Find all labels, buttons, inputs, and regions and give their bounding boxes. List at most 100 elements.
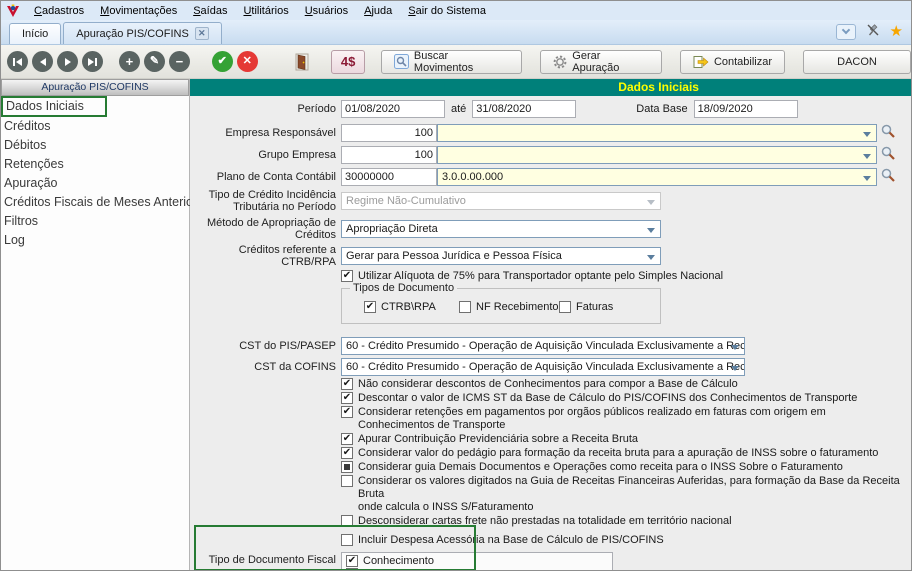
buscar-movimentos-label: Buscar Movimentos bbox=[413, 49, 474, 74]
checkbox[interactable] bbox=[341, 378, 353, 390]
tab-list-chevron-button[interactable] bbox=[835, 23, 856, 40]
option-nf-recebimento[interactable]: NF Recebimento bbox=[459, 301, 559, 313]
tab-close-icon[interactable]: ✕ bbox=[194, 27, 209, 40]
menu-sair-do-sistema[interactable]: Sair do Sistema bbox=[400, 3, 494, 19]
tab-apuracao-pis-cofins[interactable]: Apuração PIS/COFINS ✕ bbox=[63, 22, 222, 44]
combo-arrow-icon[interactable] bbox=[647, 255, 655, 260]
sidebar-item-creditos[interactable]: Créditos bbox=[1, 117, 189, 136]
toolbar: + ✎ − ✔ ✕ 4$ Buscar Movimentos Gerar Apu… bbox=[1, 45, 911, 79]
contabilizar-label: Contabilizar bbox=[713, 55, 773, 68]
next-record-button[interactable] bbox=[57, 51, 78, 72]
check-row[interactable]: Considerar os valores digitados na Guia … bbox=[341, 475, 911, 514]
plano-code-field[interactable]: 30000000 bbox=[341, 167, 437, 186]
menu-utilitarios[interactable]: Utilitários bbox=[235, 3, 296, 19]
ctrb-rpa-checkbox[interactable] bbox=[364, 301, 376, 313]
menu-cadastros[interactable]: Cadastros bbox=[26, 3, 92, 19]
checkbox[interactable] bbox=[341, 461, 353, 473]
tab-inicio[interactable]: Início bbox=[9, 23, 62, 44]
check-row[interactable]: Desconsiderar cartas frete não prestadas… bbox=[341, 515, 911, 528]
option-ctrb-rpa[interactable]: CTRB\RPA bbox=[364, 301, 459, 313]
unpin-icon[interactable] bbox=[866, 23, 880, 40]
sidebar: Apuração PIS/COFINS Dados Iniciais Crédi… bbox=[1, 79, 210, 570]
cst-cofins-combo[interactable]: 60 - Crédito Presumido - Operação de Aqu… bbox=[341, 358, 745, 376]
plano-combo[interactable]: 3.0.0.00.000 bbox=[437, 167, 877, 186]
last-record-button[interactable] bbox=[82, 51, 103, 72]
faturas-checkbox[interactable] bbox=[559, 301, 571, 313]
contabilizar-button[interactable]: Contabilizar bbox=[679, 49, 786, 74]
nf-recebimento-checkbox[interactable] bbox=[459, 301, 471, 313]
check-row[interactable]: Apurar Contribuição Previdenciária sobre… bbox=[341, 433, 911, 446]
favorite-star-icon[interactable]: ★ bbox=[890, 24, 903, 39]
sidebar-title: Apuração PIS/COFINS bbox=[1, 79, 189, 96]
dados-iniciais-form: Período 01/08/2020 até 31/08/2020 Data B… bbox=[190, 96, 911, 570]
previous-record-button[interactable] bbox=[32, 51, 53, 72]
main-panel: Dados Iniciais Período 01/08/2020 até 31… bbox=[190, 79, 911, 570]
plano-search-icon[interactable] bbox=[880, 167, 896, 186]
list-option[interactable]: Conhecimento bbox=[346, 555, 608, 568]
check-row[interactable]: Descontar o valor de ICMS ST da Base de … bbox=[341, 392, 911, 405]
cst-pis-combo[interactable]: 60 - Crédito Presumido - Operação de Aqu… bbox=[341, 337, 745, 355]
sidebar-item-apuracao[interactable]: Apuração bbox=[1, 174, 189, 193]
sidebar-item-dados-iniciais[interactable]: Dados Iniciais bbox=[1, 96, 107, 117]
sidebar-item-log[interactable]: Log bbox=[1, 231, 189, 250]
checkbox[interactable] bbox=[341, 475, 353, 487]
grupo-empresa-label: Grupo Empresa bbox=[258, 148, 336, 161]
option-faturas[interactable]: Faturas bbox=[559, 301, 654, 313]
sidebar-item-debitos[interactable]: Débitos bbox=[1, 136, 189, 155]
data-base-field[interactable]: 18/09/2020 bbox=[693, 100, 798, 118]
combo-arrow-icon[interactable] bbox=[731, 366, 739, 371]
empresa-code-field[interactable]: 100 bbox=[341, 123, 437, 142]
sidebar-item-retencoes[interactable]: Retenções bbox=[1, 155, 189, 174]
checkbox[interactable] bbox=[341, 447, 353, 459]
grupo-code-field[interactable]: 100 bbox=[341, 145, 437, 164]
tipo-documento-fiscal-label: Tipo de Documento Fiscal bbox=[208, 554, 336, 566]
app-window: Cadastros Movimentações Saídas Utilitári… bbox=[0, 0, 912, 571]
menu-saidas[interactable]: Saídas bbox=[185, 3, 235, 19]
cancel-button[interactable]: ✕ bbox=[236, 51, 258, 72]
combo-arrow-icon[interactable] bbox=[863, 153, 871, 159]
menu-ajuda[interactable]: Ajuda bbox=[356, 3, 400, 19]
buscar-movimentos-button[interactable]: Buscar Movimentos bbox=[380, 49, 523, 74]
check-row[interactable]: Incluir Despesa Acessória na Base de Cál… bbox=[341, 534, 911, 547]
check-row[interactable]: Considerar retenções em pagamentos por o… bbox=[341, 406, 911, 432]
grupo-search-icon[interactable] bbox=[880, 145, 896, 164]
menu-movimentacoes[interactable]: Movimentações bbox=[92, 3, 185, 19]
combo-arrow-icon[interactable] bbox=[731, 345, 739, 350]
menu-usuarios[interactable]: Usuários bbox=[297, 3, 356, 19]
checkbox[interactable] bbox=[341, 515, 353, 527]
gerar-apuracao-button[interactable]: Gerar Apuração bbox=[540, 49, 662, 74]
empresa-combo[interactable] bbox=[437, 123, 877, 142]
sidebar-item-filtros[interactable]: Filtros bbox=[1, 212, 189, 231]
aliquota75-checkbox[interactable] bbox=[341, 270, 353, 282]
checkbox[interactable] bbox=[341, 534, 353, 546]
combo-arrow-icon[interactable] bbox=[647, 228, 655, 233]
creditos-ctrb-combo[interactable]: Gerar para Pessoa Jurídica e Pessoa Físi… bbox=[341, 247, 661, 265]
currency-tool-button[interactable]: 4$ bbox=[331, 49, 365, 74]
check-row[interactable]: Não considerar descontos de Conhecimento… bbox=[341, 378, 911, 391]
edit-record-button[interactable]: ✎ bbox=[143, 51, 165, 72]
periodo-from-field[interactable]: 01/08/2020 bbox=[341, 100, 445, 118]
add-record-button[interactable]: + bbox=[118, 51, 140, 72]
dacon-button[interactable]: DACON bbox=[803, 49, 911, 74]
checkbox[interactable] bbox=[341, 433, 353, 445]
combo-arrow-icon[interactable] bbox=[863, 175, 871, 181]
tipo-credito-label: Tipo de Crédito Incidência Tributária no… bbox=[208, 189, 336, 213]
periodo-to-field[interactable]: 31/08/2020 bbox=[472, 100, 577, 118]
exit-door-icon[interactable] bbox=[295, 53, 309, 71]
confirm-button[interactable]: ✔ bbox=[211, 51, 233, 72]
check-row[interactable]: Considerar guia Demais Documentos e Oper… bbox=[341, 461, 911, 474]
checkbox[interactable] bbox=[341, 406, 353, 418]
grupo-combo[interactable] bbox=[437, 145, 877, 164]
tipo-documento-fiscal-list[interactable]: Conhecimento Nota Fiscal de Serviço Nota… bbox=[341, 552, 613, 570]
delete-record-button[interactable]: − bbox=[168, 51, 190, 72]
first-record-button[interactable] bbox=[7, 51, 28, 72]
empresa-search-icon[interactable] bbox=[880, 123, 896, 142]
checkbox[interactable] bbox=[341, 392, 353, 404]
checkbox[interactable] bbox=[346, 555, 358, 567]
dacon-label: DACON bbox=[837, 55, 877, 68]
check-row[interactable]: Considerar valor do pedágio para formaçã… bbox=[341, 447, 911, 460]
metodo-apropriacao-combo[interactable]: Apropriação Direta bbox=[341, 220, 661, 238]
sidebar-item-creditos-fiscais[interactable]: Créditos Fiscais de Meses Anteriores bbox=[1, 193, 210, 212]
options-checklist: Não considerar descontos de Conhecimento… bbox=[190, 378, 911, 547]
combo-arrow-icon[interactable] bbox=[863, 131, 871, 137]
